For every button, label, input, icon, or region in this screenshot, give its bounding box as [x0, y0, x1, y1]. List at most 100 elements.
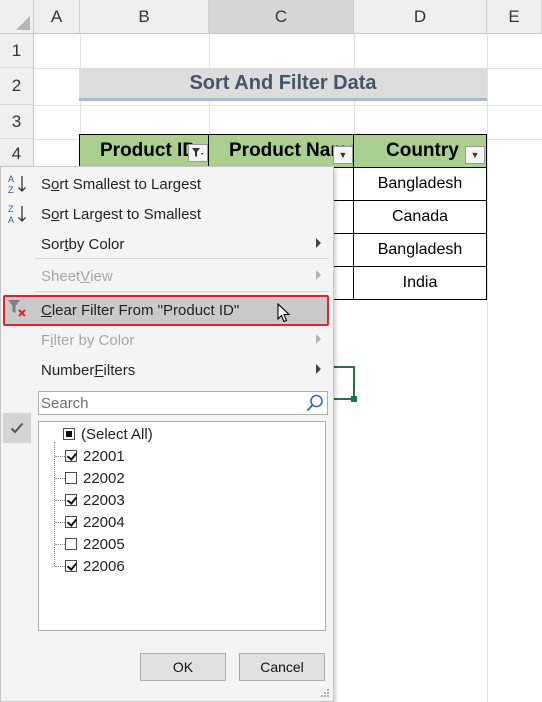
filter-dropdown-button[interactable]: ▼ — [465, 146, 485, 164]
list-item[interactable]: 22004 — [39, 511, 125, 533]
list-item[interactable]: 22006 — [39, 555, 125, 577]
menu-accelerator: C — [41, 301, 52, 319]
tree-connector — [55, 543, 65, 545]
filter-dropdown-button[interactable]: ▼ — [333, 146, 353, 164]
checkbox[interactable] — [65, 516, 77, 528]
column-header-e[interactable]: E — [487, 0, 542, 34]
select-all-item[interactable]: (Select All) — [39, 423, 153, 445]
submenu-arrow-icon — [316, 238, 321, 248]
tree-connector — [55, 455, 65, 457]
chevron-down-icon: ▼ — [338, 150, 348, 160]
menu-label: lear Filter From "Product ID" — [51, 301, 240, 319]
menu-label: lter by Color — [53, 331, 135, 349]
filter-values-list[interactable]: (Select All) 22001 22002 22003 22004 22005 220… — [38, 421, 326, 631]
menu-sort-by-color[interactable]: Sor t by Color — [1, 229, 333, 259]
checkbox[interactable] — [65, 538, 77, 550]
menu-label: F — [41, 331, 51, 349]
menu-label: Sor — [41, 235, 65, 253]
gridline — [34, 105, 542, 106]
column-header-a[interactable]: A — [34, 0, 80, 34]
tree-connector — [55, 477, 65, 479]
list-item[interactable]: 22002 — [39, 467, 125, 489]
menu-number-filters[interactable]: Number Filters — [1, 355, 333, 385]
submenu-arrow-icon — [316, 334, 321, 344]
checkbox[interactable] — [65, 450, 77, 462]
menu-label: rt Largest to Smallest — [59, 205, 202, 223]
svg-text:Z: Z — [8, 204, 14, 214]
mouse-cursor-icon — [277, 303, 291, 323]
filter-active-button[interactable] — [188, 144, 208, 162]
menu-filter-by-color: Fi lter by Color — [1, 325, 333, 355]
column-header-b[interactable]: B — [80, 0, 209, 34]
select-all-corner[interactable] — [0, 0, 34, 34]
checkmark-icon — [10, 422, 24, 434]
svg-text:A: A — [8, 215, 14, 225]
menu-separator — [35, 258, 329, 259]
table-cell[interactable]: Canada — [353, 201, 487, 234]
table-cell[interactable]: Bangladesh — [353, 168, 487, 201]
sort-descending-icon: Z A — [8, 204, 26, 225]
clear-filter-icon — [8, 300, 26, 317]
search-placeholder: Search — [41, 394, 89, 412]
menu-label: rt Smallest to Largest — [59, 175, 202, 193]
menu-sort-ascending[interactable]: A Z So rt Smallest to Largest — [1, 169, 333, 199]
list-item[interactable]: 22001 — [39, 445, 125, 467]
menu-accelerator: V — [80, 267, 91, 285]
tree-connector — [55, 565, 65, 567]
resize-grip-icon[interactable] — [320, 688, 330, 698]
row-header-4[interactable]: 4 — [0, 139, 34, 169]
list-item[interactable]: 22003 — [39, 489, 125, 511]
row-header-1[interactable]: 1 — [0, 34, 34, 68]
search-input[interactable]: Search — [38, 391, 328, 415]
menu-label: Number — [41, 361, 95, 379]
list-item-label: 22004 — [83, 513, 125, 531]
menu-accelerator: o — [51, 205, 60, 223]
list-item-label: 22005 — [83, 535, 125, 553]
checkmark-gutter — [3, 413, 31, 443]
menu-label: by Color — [68, 235, 125, 253]
list-item-label: 22003 — [83, 491, 125, 509]
sheet-title[interactable]: Sort And Filter Data — [79, 68, 487, 101]
cancel-button[interactable]: Cancel — [239, 653, 325, 681]
column-header-d[interactable]: D — [354, 0, 487, 34]
svg-text:Z: Z — [8, 185, 14, 195]
list-item-label: 22006 — [83, 557, 125, 575]
checkbox[interactable] — [63, 428, 75, 440]
menu-label: S — [41, 175, 52, 193]
header-country-label: Country — [386, 140, 459, 161]
filter-funnel-icon — [192, 148, 204, 157]
column-header-c[interactable]: C — [209, 0, 354, 34]
submenu-arrow-icon — [316, 364, 321, 374]
chevron-down-icon: ▼ — [470, 150, 480, 160]
table-cell[interactable]: Bangladesh — [353, 234, 487, 267]
gridline — [487, 34, 488, 702]
list-item-label: 22001 — [83, 447, 125, 465]
menu-sort-descending[interactable]: Z A So rt Largest to Smallest — [1, 199, 333, 229]
tree-connector — [55, 521, 65, 523]
menu-sheet-view: Sheet View — [1, 261, 333, 291]
tree-connector — [55, 499, 65, 501]
checkbox[interactable] — [65, 494, 77, 506]
row-header-3[interactable]: 3 — [0, 105, 34, 139]
header-product-id-label: Product ID — [100, 140, 197, 161]
menu-label: Sheet — [41, 267, 81, 285]
search-icon — [306, 394, 323, 412]
svg-text:A: A — [8, 174, 14, 184]
menu-accelerator: o — [51, 175, 60, 193]
sort-ascending-icon: A Z — [8, 174, 26, 195]
row-header-2[interactable]: 2 — [0, 68, 34, 105]
filter-dropdown-menu: A Z So rt Smallest to Largest Z A So rt La… — [0, 166, 334, 702]
ok-button[interactable]: OK — [140, 653, 226, 681]
list-item-label: (Select All) — [81, 425, 153, 443]
table-cell[interactable]: India — [353, 267, 487, 300]
submenu-arrow-icon — [316, 270, 321, 280]
checkbox[interactable] — [65, 472, 77, 484]
menu-accelerator: F — [94, 361, 104, 379]
menu-label: ilters — [103, 361, 136, 379]
menu-label: iew — [90, 267, 113, 285]
list-item[interactable]: 22005 — [39, 533, 125, 555]
menu-separator — [35, 291, 329, 292]
menu-label: S — [41, 205, 52, 223]
checkbox[interactable] — [65, 560, 77, 572]
list-item-label: 22002 — [83, 469, 125, 487]
